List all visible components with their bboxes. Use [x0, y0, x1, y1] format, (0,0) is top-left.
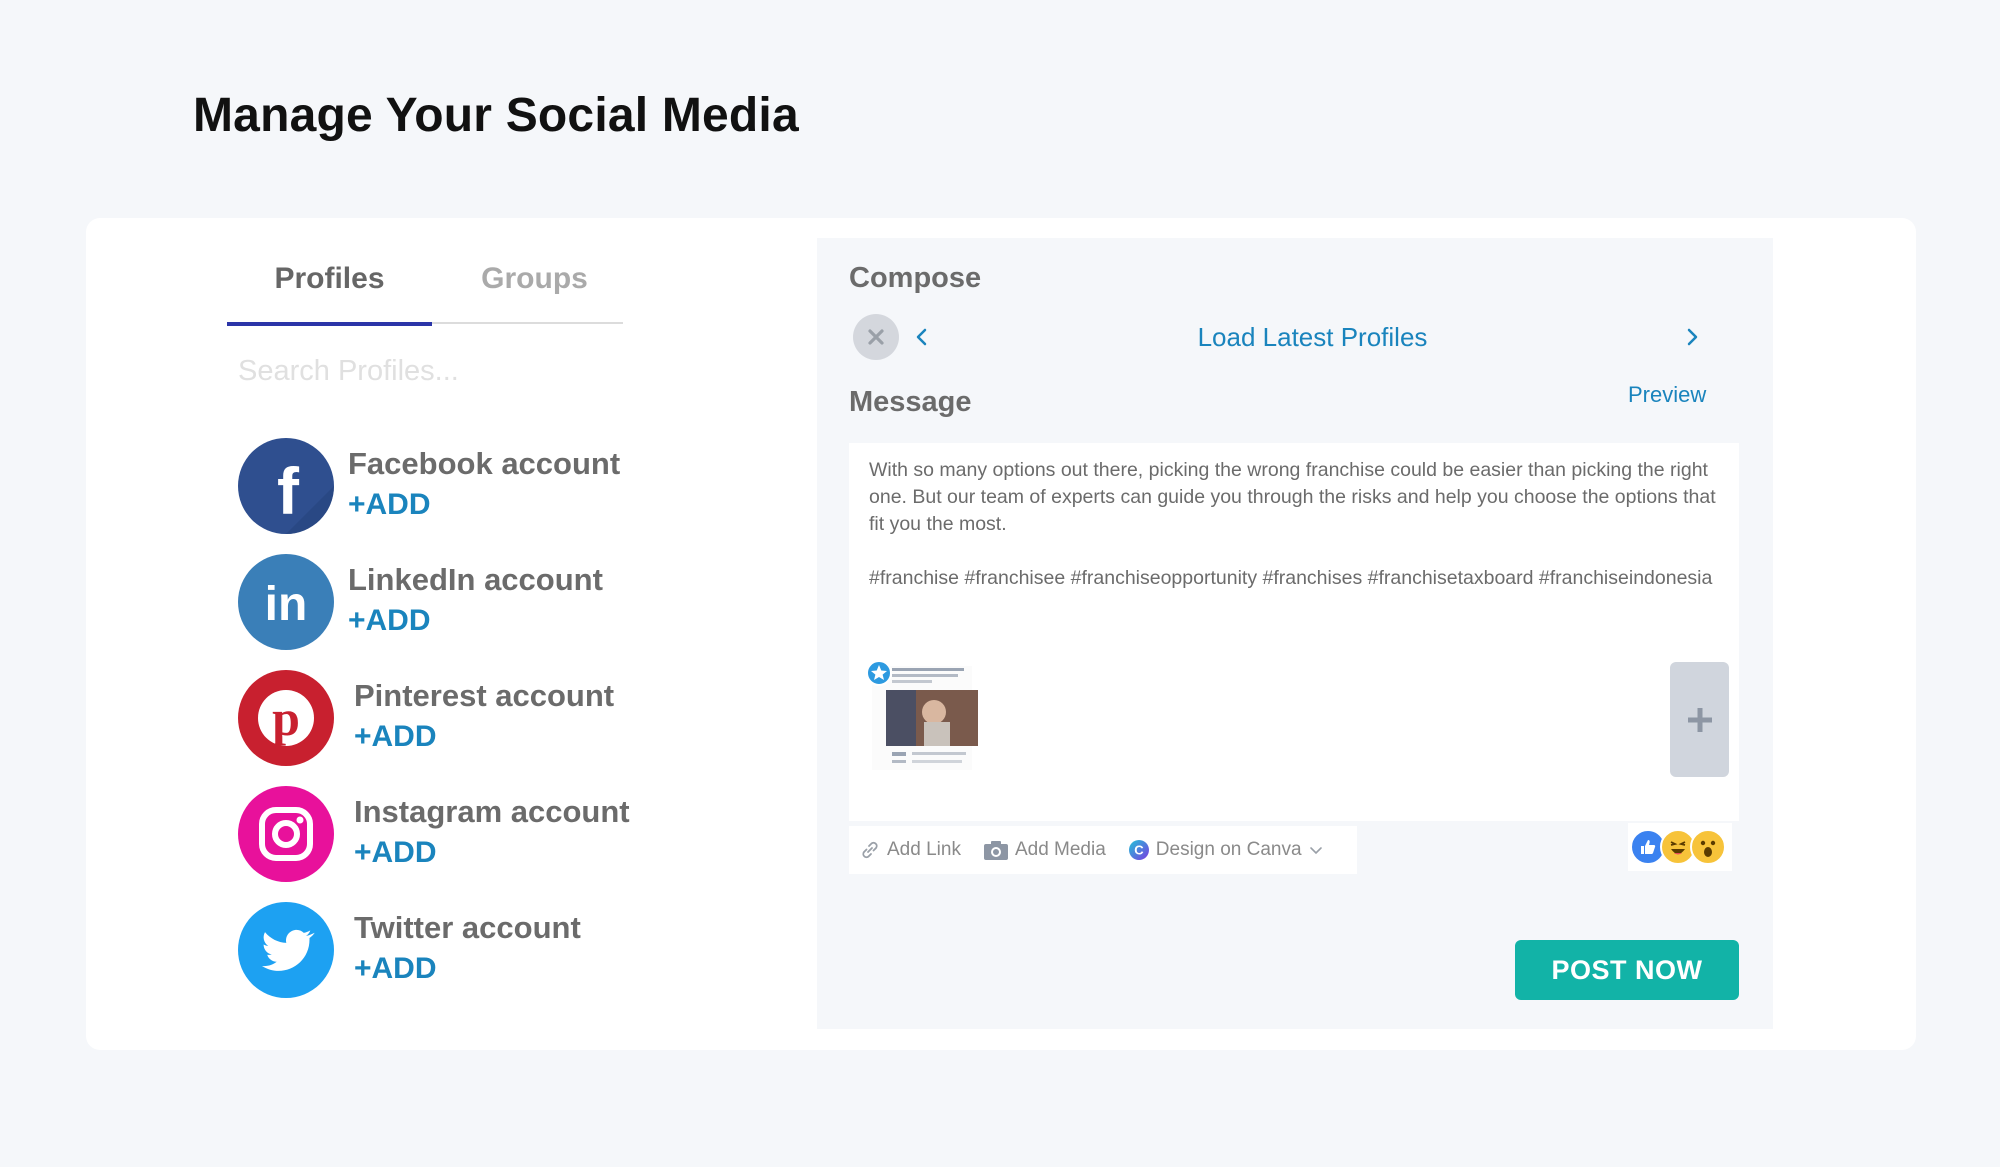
svg-text:p: p [272, 690, 300, 746]
plus-icon [1687, 707, 1712, 732]
chevron-down-icon [1309, 847, 1322, 855]
svg-text:f: f [277, 454, 300, 528]
message-text: With so many options out there, picking … [869, 459, 1716, 589]
reactions-preview[interactable] [1628, 823, 1732, 871]
add-link-button[interactable]: Add Link [859, 839, 961, 861]
add-media-label: Add Media [1014, 839, 1106, 860]
add-media-plus-button[interactable] [1670, 662, 1729, 777]
add-instagram-button[interactable]: +ADD [354, 836, 437, 870]
profile-item-linkedin[interactable]: in LinkedIn account +ADD [238, 554, 658, 652]
add-link-label: Add Link [887, 839, 961, 860]
profile-item-twitter[interactable]: Twitter account +ADD [238, 902, 658, 1000]
design-on-canva-dropdown[interactable]: C Design on Canva [1128, 839, 1330, 861]
search-profiles-input[interactable] [238, 350, 618, 392]
close-button[interactable] [853, 314, 899, 360]
tab-profiles[interactable]: Profiles [227, 258, 432, 326]
profile-name: LinkedIn account [348, 562, 603, 597]
profile-name: Instagram account [354, 794, 630, 829]
profile-item-instagram[interactable]: Instagram account +ADD [238, 786, 658, 884]
profile-item-facebook[interactable]: f Facebook account +ADD [238, 438, 658, 536]
camera-icon [983, 841, 1008, 860]
design-on-canva-label: Design on Canva [1155, 839, 1302, 860]
page-title: Manage Your Social Media [193, 89, 799, 142]
profile-name: Twitter account [354, 910, 581, 945]
profile-name: Facebook account [348, 446, 621, 481]
twitter-icon [238, 902, 334, 998]
add-facebook-button[interactable]: +ADD [348, 488, 431, 522]
load-latest-profiles-link[interactable]: Load Latest Profiles [1100, 322, 1525, 353]
tab-groups[interactable]: Groups [432, 258, 637, 324]
profile-tabs: Profiles Groups [227, 258, 623, 326]
attached-media-thumbnail[interactable] [866, 660, 980, 776]
add-media-button[interactable]: Add Media [983, 839, 1106, 861]
canva-icon: C [1128, 840, 1149, 860]
post-now-button[interactable]: POST NOW [1515, 940, 1739, 1000]
wow-reaction-icon [1690, 829, 1726, 865]
chevron-left-icon[interactable] [910, 322, 932, 352]
link-icon [862, 841, 878, 859]
profile-item-pinterest[interactable]: p Pinterest account +ADD [238, 670, 658, 768]
add-twitter-button[interactable]: +ADD [354, 952, 437, 986]
preview-link[interactable]: Preview [1628, 382, 1706, 408]
facebook-icon: f [238, 438, 334, 534]
pinterest-icon: p [238, 670, 334, 766]
message-textarea[interactable]: With so many options out there, picking … [849, 443, 1739, 821]
instagram-icon [238, 786, 334, 882]
add-pinterest-button[interactable]: +ADD [354, 720, 437, 754]
compose-toolbar: Add Link Add Media C Design on Canva [849, 826, 1357, 874]
linkedin-icon: in [238, 554, 334, 650]
message-label: Message [849, 386, 972, 418]
compose-title: Compose [849, 262, 982, 294]
chevron-right-icon[interactable] [1682, 322, 1704, 352]
profile-name: Pinterest account [354, 678, 615, 713]
close-icon [868, 329, 884, 345]
add-linkedin-button[interactable]: +ADD [348, 604, 431, 638]
svg-text:in: in [265, 578, 308, 631]
svg-text:C: C [1134, 843, 1144, 858]
